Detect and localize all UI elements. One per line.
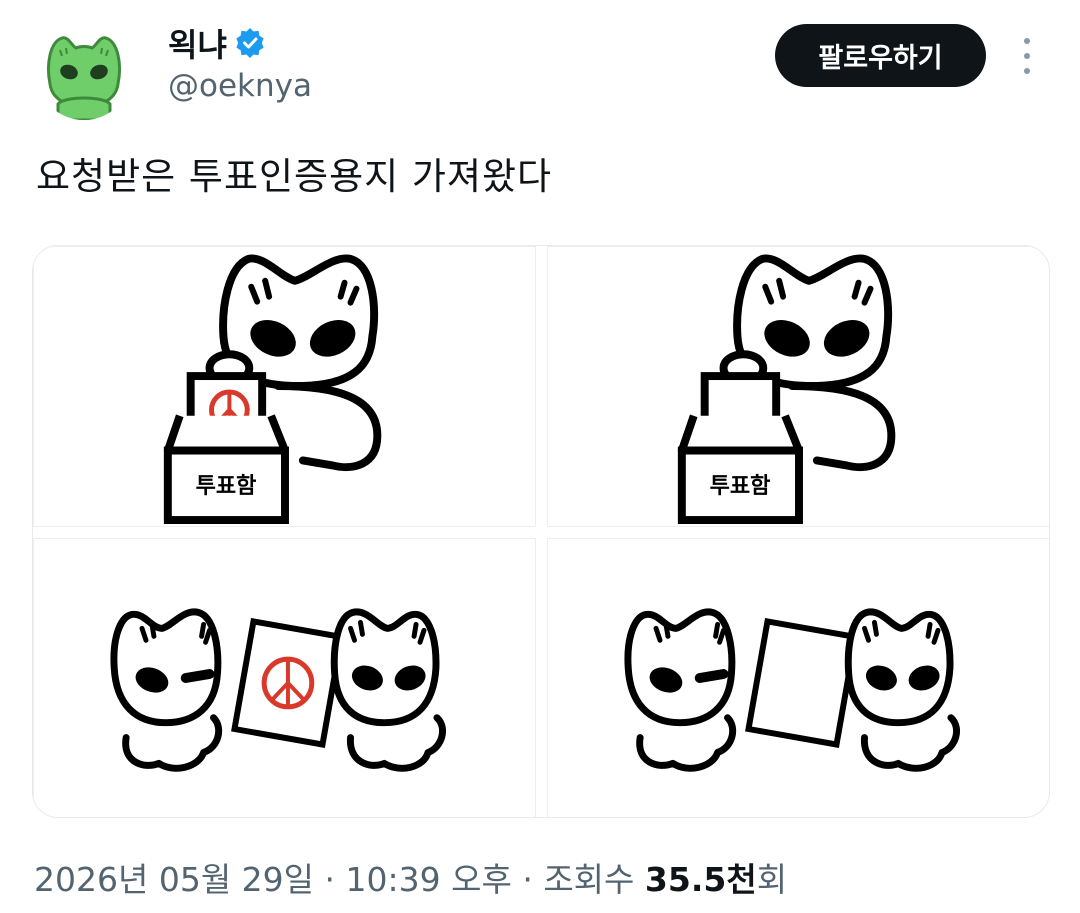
tweet-date[interactable]: 2026년 05월 29일 bbox=[34, 860, 314, 899]
tweet-text: 요청받은 투표인증용지 가져왔다 bbox=[36, 155, 553, 198]
media-grid: 투표함 투표함 bbox=[32, 245, 1050, 818]
vertical-ellipsis-icon bbox=[1024, 38, 1030, 44]
views-label: 조회수 bbox=[543, 860, 635, 899]
tweet-time[interactable]: 10:39 오후 bbox=[346, 860, 512, 899]
display-name[interactable]: 왹냐 bbox=[168, 20, 227, 66]
avatar[interactable] bbox=[36, 24, 132, 120]
media-image-3[interactable] bbox=[33, 538, 536, 817]
tweet-meta: 2026년 05월 29일 · 10:39 오후 · 조회수 35.5천회 bbox=[34, 860, 788, 899]
author-name-row[interactable]: 왹냐 bbox=[168, 20, 265, 66]
verified-badge-icon bbox=[235, 28, 265, 58]
views-suffix: 회 bbox=[756, 860, 788, 899]
ballot-box-label: 투표함 bbox=[195, 474, 257, 499]
follow-button[interactable]: 팔로우하기 bbox=[775, 24, 986, 87]
more-options-button[interactable] bbox=[1010, 34, 1044, 78]
ballot-box-label: 투표함 bbox=[709, 474, 771, 499]
author-handle[interactable]: @oeknya bbox=[168, 68, 312, 104]
views-count: 35.5천 bbox=[644, 860, 757, 899]
media-image-4[interactable] bbox=[547, 538, 1049, 817]
green-frog-cat-avatar-icon bbox=[36, 24, 132, 120]
